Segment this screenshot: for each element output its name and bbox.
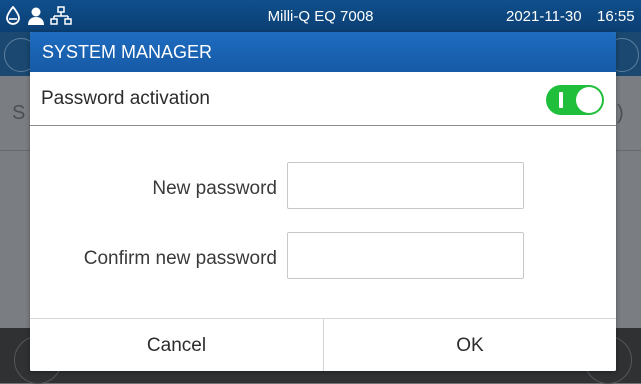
dialog-header: SYSTEM MANAGER [30, 32, 616, 72]
ok-button[interactable]: OK [324, 319, 616, 371]
new-password-label: New password [152, 178, 277, 199]
status-date: 2021-11-30 [506, 8, 582, 25]
background-row-trailing: ) [617, 102, 624, 124]
password-activation-toggle[interactable] [546, 85, 604, 115]
toggle-knob [576, 87, 602, 113]
password-activation-label: Password activation [41, 88, 210, 109]
background-row-initial: S [12, 102, 26, 124]
dialog-footer: Cancel OK [30, 318, 616, 371]
new-password-input[interactable] [287, 162, 524, 209]
toggle-on-mark [559, 92, 563, 108]
dialog-title: SYSTEM MANAGER [42, 42, 213, 62]
confirm-password-label: Confirm new password [83, 248, 277, 269]
status-time: 16:55 [597, 8, 635, 25]
status-bar: Milli-Q EQ 7008 2021-11-30 16:55 [0, 0, 641, 32]
confirm-password-input[interactable] [287, 232, 524, 279]
cancel-button[interactable]: Cancel [30, 319, 323, 371]
system-manager-dialog: SYSTEM MANAGER Password activation New p… [30, 32, 616, 371]
password-activation-row: Password activation [30, 72, 616, 126]
